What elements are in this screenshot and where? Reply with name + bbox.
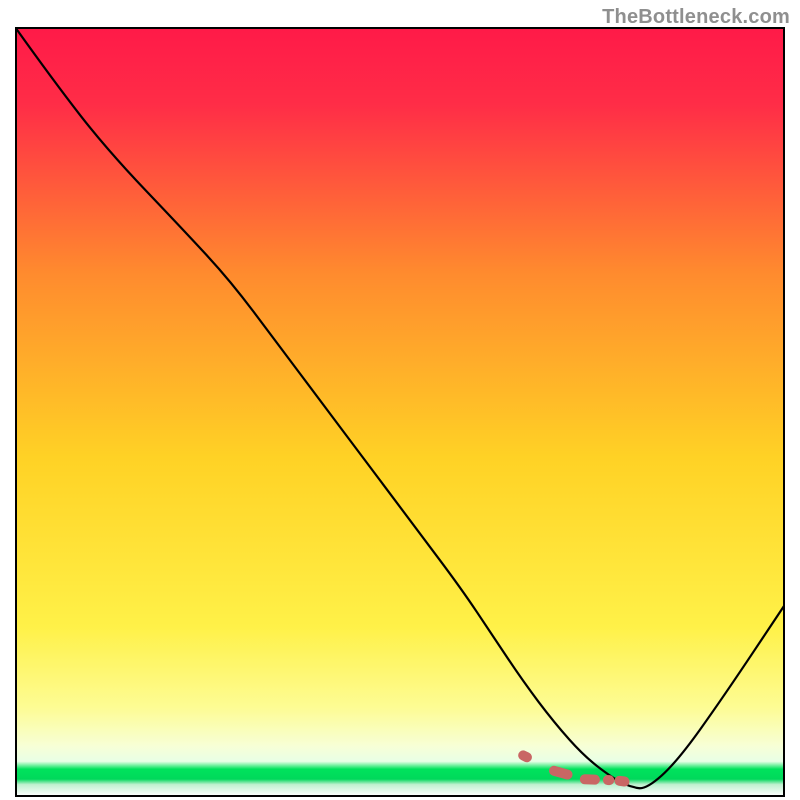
chart-background <box>16 28 784 796</box>
chart-svg <box>15 27 785 797</box>
bottleneck-chart <box>15 27 785 797</box>
watermark-text: TheBottleneck.com <box>602 6 790 29</box>
